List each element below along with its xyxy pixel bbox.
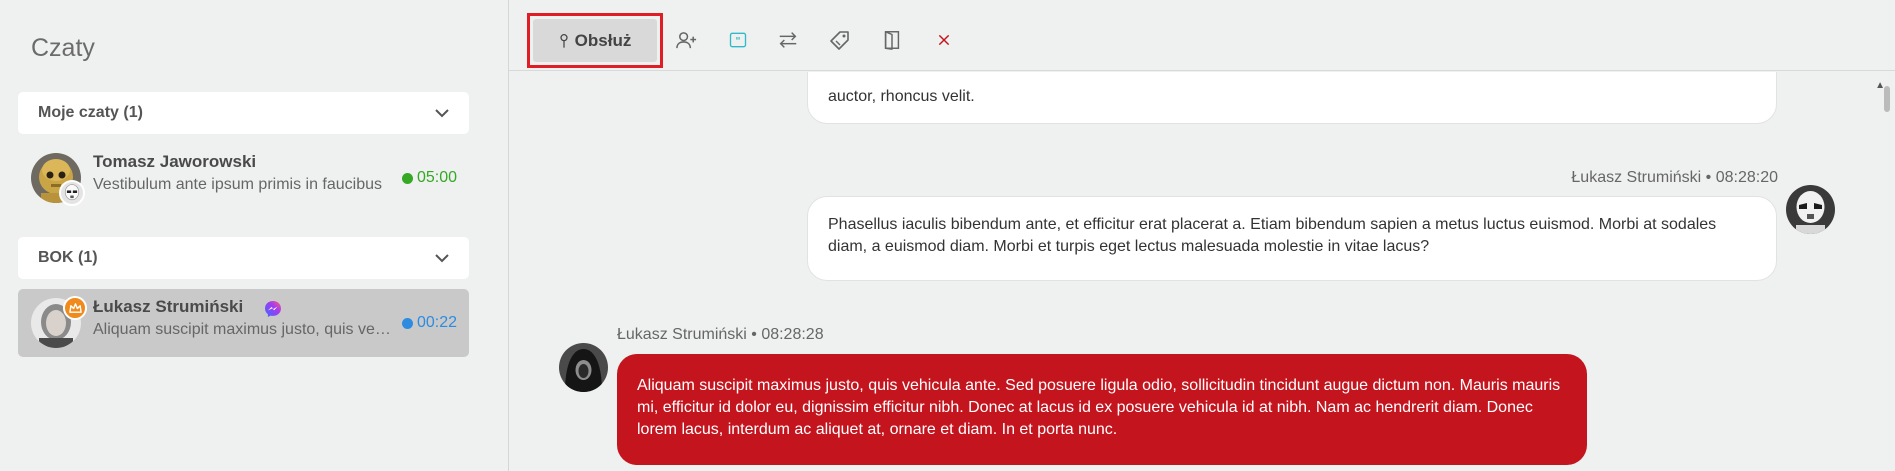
crown-icon bbox=[63, 296, 87, 320]
handle-button-label: Obsłuż bbox=[574, 30, 632, 50]
message-bubble-incoming: Phasellus iaculis bibendum ante, et effi… bbox=[807, 196, 1777, 281]
message-text: Aliquam suscipit maximus justo, quis veh… bbox=[637, 377, 1561, 438]
hooded-avatar-image bbox=[559, 343, 608, 392]
chat-contact-name: Łukasz Strumiński bbox=[93, 297, 244, 316]
avatar bbox=[31, 153, 85, 206]
message-meta: Łukasz Strumiński • 08:28:20 bbox=[1571, 169, 1778, 186]
chat-time-value: 05:00 bbox=[416, 169, 457, 186]
handle-button[interactable]: Obsłuż bbox=[533, 19, 657, 62]
svg-text:": " bbox=[735, 36, 740, 47]
message-bubble-outgoing: Aliquam suscipit maximus justo, quis veh… bbox=[617, 354, 1587, 465]
add-user-icon[interactable] bbox=[674, 28, 698, 52]
agent-mini-avatar bbox=[59, 180, 85, 206]
pin-icon bbox=[560, 33, 568, 48]
message-bubble-incoming: auctor, rhoncus velit. bbox=[807, 72, 1777, 124]
group-label: BOK (1) bbox=[38, 249, 98, 266]
chat-app: Czaty Moje czaty (1) Tomasz Jaworowski V… bbox=[0, 0, 1895, 471]
message-avatar bbox=[559, 343, 608, 392]
scrollbar-thumb[interactable] bbox=[1884, 86, 1890, 112]
chat-timer: 05:00 bbox=[401, 169, 457, 187]
sidebar-title: Czaty bbox=[31, 34, 95, 62]
chat-time-value: 00:22 bbox=[416, 314, 457, 331]
message-text: Phasellus iaculis bibendum ante, et effi… bbox=[828, 216, 1717, 255]
chevron-down-icon bbox=[435, 254, 449, 263]
message-thread[interactable]: ▲ auctor, rhoncus velit. Łukasz Strumińs… bbox=[509, 72, 1895, 471]
chat-timer: 00:22 bbox=[401, 314, 457, 332]
exit-door-icon[interactable] bbox=[880, 28, 904, 52]
chat-toolbar: Obsłuż " bbox=[509, 0, 1895, 71]
handle-button-highlight: Obsłuż bbox=[527, 13, 663, 68]
status-dot bbox=[401, 317, 413, 329]
message-avatar bbox=[1786, 185, 1835, 234]
trooper-icon bbox=[61, 182, 83, 204]
close-icon[interactable] bbox=[932, 28, 956, 52]
chat-list-item[interactable]: Tomasz Jaworowski Vestibulum ante ipsum … bbox=[18, 144, 469, 212]
messenger-icon bbox=[265, 301, 281, 317]
chat-preview-text: Vestibulum ante ipsum primis in faucibus bbox=[93, 176, 383, 193]
group-label: Moje czaty (1) bbox=[38, 104, 143, 121]
chat-list-item-active[interactable]: Łukasz Strumiński Aliquam suscipit maxim… bbox=[18, 289, 469, 357]
chat-sidebar: Czaty Moje czaty (1) Tomasz Jaworowski V… bbox=[0, 0, 508, 471]
quote-icon[interactable]: " bbox=[726, 28, 750, 52]
status-dot bbox=[401, 172, 413, 184]
chat-contact-name: Tomasz Jaworowski bbox=[93, 152, 257, 171]
chat-preview-text: Aliquam suscipit maximus justo, quis veh… bbox=[93, 321, 393, 338]
message-text: auctor, rhoncus velit. bbox=[828, 88, 975, 105]
tag-icon[interactable] bbox=[828, 28, 852, 52]
avatar bbox=[31, 296, 87, 348]
group-header-bok[interactable]: BOK (1) bbox=[18, 237, 469, 279]
transfer-icon[interactable] bbox=[776, 28, 800, 52]
group-header-my-chats[interactable]: Moje czaty (1) bbox=[18, 92, 469, 134]
chevron-down-icon bbox=[435, 109, 449, 118]
trooper-avatar-image bbox=[1786, 185, 1835, 234]
message-meta: Łukasz Strumiński • 08:28:28 bbox=[617, 326, 824, 343]
